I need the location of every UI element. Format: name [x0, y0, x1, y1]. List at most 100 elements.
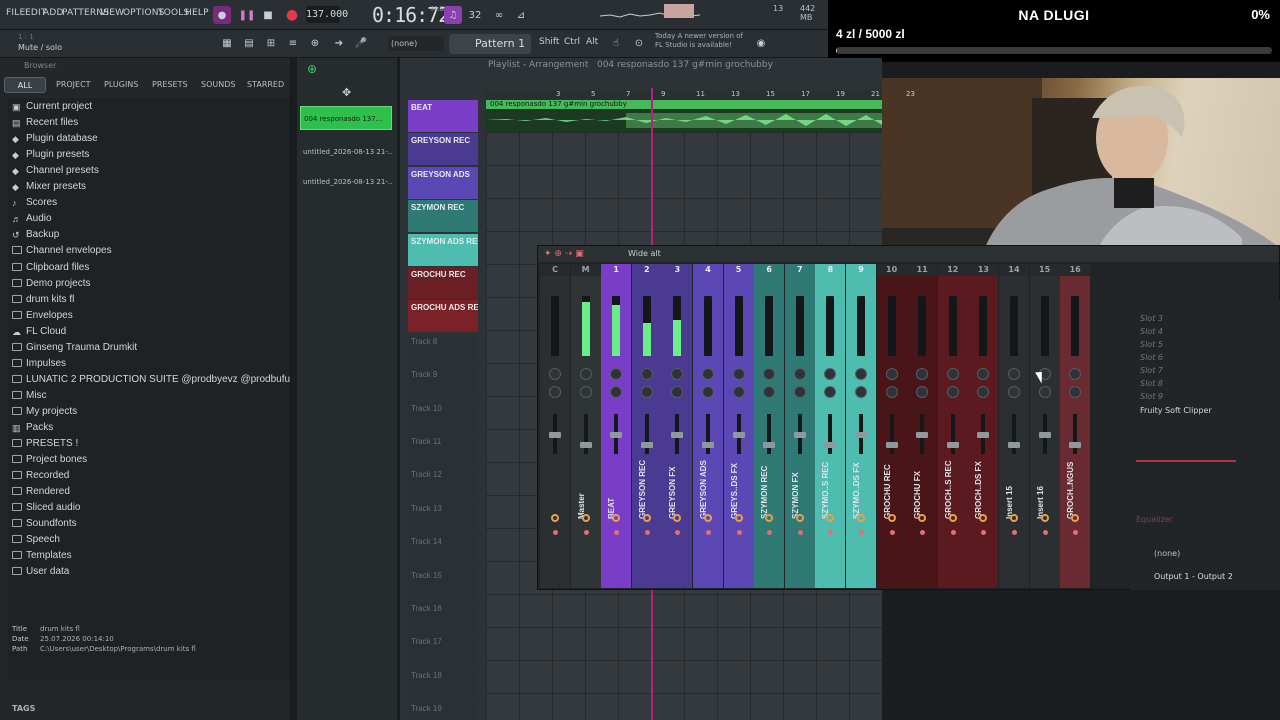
mixer-strip[interactable]: 8 SZYMO..S REC — [815, 264, 846, 588]
track-header[interactable]: GREYSON REC — [408, 133, 478, 166]
stereo-knob[interactable] — [916, 386, 929, 398]
pattern-item[interactable]: 004 responasdo 137... — [300, 106, 392, 130]
touch-icon[interactable]: ☝ — [607, 34, 625, 52]
pan-knob[interactable] — [671, 368, 684, 380]
browser-item[interactable]: ☁ FL Cloud — [12, 324, 66, 340]
send-icon[interactable] — [644, 530, 650, 535]
route-icon[interactable] — [857, 514, 865, 522]
audio-clip[interactable]: 004 responasdo 137 g#min grochubby — [486, 100, 882, 132]
track-header[interactable]: Track 15 — [408, 567, 478, 600]
effect-slot[interactable]: Slot 3 — [1140, 314, 1163, 323]
pan-knob[interactable] — [549, 368, 561, 380]
mixer-strip[interactable]: 9 SZYMO..DS FX — [846, 264, 876, 588]
effect-slot[interactable]: Slot 4 — [1140, 327, 1163, 336]
pan-knob[interactable] — [640, 368, 653, 380]
browser-item[interactable]: Impulses — [12, 356, 66, 372]
pan-knob[interactable] — [1008, 368, 1020, 380]
mixer-strip[interactable]: 10 GROCHU REC — [876, 264, 907, 588]
browser-item[interactable]: Recorded — [12, 468, 69, 484]
send-icon[interactable] — [767, 530, 773, 535]
mixer-strip[interactable]: 5 GREYS..DS FX — [723, 264, 754, 588]
plugin-picker-icon[interactable]: ⊕ — [306, 34, 324, 52]
online-icon[interactable]: ⊙ — [630, 34, 648, 52]
fader-handle[interactable] — [549, 432, 561, 438]
route-icon[interactable] — [765, 514, 774, 522]
fl-cloud-icon[interactable]: ◉ — [752, 34, 770, 52]
browser-item[interactable]: ♬ Audio — [12, 211, 52, 227]
mixer-icon[interactable]: ≡ — [284, 34, 302, 52]
pan-knob[interactable] — [610, 368, 623, 380]
effect-slot[interactable]: Slot 6 — [1140, 353, 1163, 362]
metronome-icon[interactable]: ⊿ — [512, 6, 530, 24]
browser-item[interactable]: PRESETS ! — [12, 436, 78, 452]
track-header[interactable]: SZYMON REC — [408, 200, 478, 233]
send-icon[interactable] — [614, 530, 620, 535]
browser-item[interactable]: ◆ Plugin presets — [12, 147, 89, 163]
mixer-strip[interactable]: 12 GROCH..S REC — [937, 264, 968, 588]
send-icon[interactable] — [828, 530, 834, 535]
browser-item[interactable]: ◆ Plugin database — [12, 131, 98, 147]
track-header[interactable]: GREYSON ADS — [408, 166, 478, 199]
effect-slot[interactable]: Slot 5 — [1140, 340, 1163, 349]
track-header[interactable]: GROCHU ADS REC — [408, 300, 478, 333]
menu-view[interactable]: VIEW — [100, 8, 124, 18]
stereo-knob[interactable] — [610, 386, 623, 398]
track-header[interactable]: Track 16 — [408, 601, 478, 633]
route-icon[interactable] — [612, 514, 621, 522]
browser-item[interactable]: My projects — [12, 404, 77, 420]
record-mode-icon[interactable]: ● — [213, 6, 231, 24]
mixer-strip[interactable]: 16 GROCH..NGUS — [1060, 264, 1091, 588]
route-icon[interactable] — [979, 514, 988, 522]
mixer-strip[interactable]: C — [540, 264, 570, 588]
tab-plugins[interactable]: PLUGINS — [104, 77, 138, 93]
pause-icon[interactable]: ❚❚ — [238, 6, 256, 24]
mixer-strip[interactable]: 7 SZYMON FX — [784, 264, 815, 588]
pattern-selector[interactable]: Pattern 1 — [449, 34, 531, 54]
output-select[interactable]: Output 1 - Output 2 — [1154, 572, 1233, 581]
mixer-strip[interactable]: 2 GREYSON REC — [631, 264, 662, 588]
mixer-strip[interactable]: 4 GREYSON ADS — [693, 264, 723, 588]
track-header[interactable]: Track 17 — [408, 634, 478, 667]
track-header[interactable]: Track 19 — [408, 701, 478, 720]
record-icon[interactable]: ● — [283, 6, 301, 24]
pattern-add-icon[interactable]: ⊕ — [307, 62, 317, 76]
browser-item[interactable]: LUNATIC 2 PRODUCTION SUITE @prodbyevz @p… — [12, 372, 290, 388]
track-header[interactable]: Track 11 — [408, 434, 478, 466]
route-icon[interactable] — [795, 514, 804, 522]
shift-key[interactable]: Shift — [539, 37, 559, 47]
send-icon[interactable] — [1042, 530, 1048, 535]
browser-item[interactable]: Envelopes — [12, 308, 73, 324]
track-header[interactable]: Track 13 — [408, 500, 478, 533]
menu-help[interactable]: HELP — [185, 8, 209, 18]
send-icon[interactable] — [797, 530, 803, 535]
pan-knob[interactable] — [916, 368, 929, 380]
browser-item[interactable]: ▣ Current project — [12, 99, 92, 115]
stop-icon[interactable]: ■ — [259, 6, 277, 24]
fader-handle[interactable] — [793, 432, 806, 438]
browser-item[interactable]: Misc — [12, 388, 47, 404]
timeline-ruler[interactable]: 3 5 7 9 11 13 15 17 19 21 23 — [486, 90, 915, 100]
pattern-mode-icon[interactable]: ♫ — [444, 6, 462, 24]
track-header[interactable]: Track 12 — [408, 467, 478, 500]
fader-handle[interactable] — [610, 432, 623, 438]
stereo-knob[interactable] — [885, 386, 898, 398]
route-icon[interactable] — [581, 514, 590, 522]
pattern-nav-icon[interactable]: ✥ — [342, 86, 351, 99]
browser-item[interactable]: User data — [12, 564, 69, 580]
pattern-item[interactable]: untitled_2026-08-13 21-... — [300, 140, 392, 164]
browser-item[interactable]: ◆ Mixer presets — [12, 179, 86, 195]
fader-handle[interactable] — [977, 432, 990, 438]
stereo-knob[interactable] — [946, 386, 959, 398]
send-icon[interactable] — [675, 530, 681, 535]
browser-item[interactable]: Speech — [12, 532, 60, 548]
track-header[interactable]: Track 14 — [408, 534, 478, 567]
stereo-knob[interactable] — [671, 386, 684, 398]
route-icon[interactable] — [887, 514, 896, 522]
snap-select[interactable]: (none) — [388, 36, 444, 51]
send-icon[interactable] — [1073, 530, 1079, 535]
track-header[interactable]: Track 10 — [408, 400, 478, 433]
pan-knob[interactable] — [732, 368, 745, 380]
browser-item[interactable]: Channel envelopes — [12, 243, 112, 259]
mixer-strip[interactable]: 14 Insert 15 — [999, 264, 1029, 588]
send-icon[interactable] — [859, 530, 864, 535]
